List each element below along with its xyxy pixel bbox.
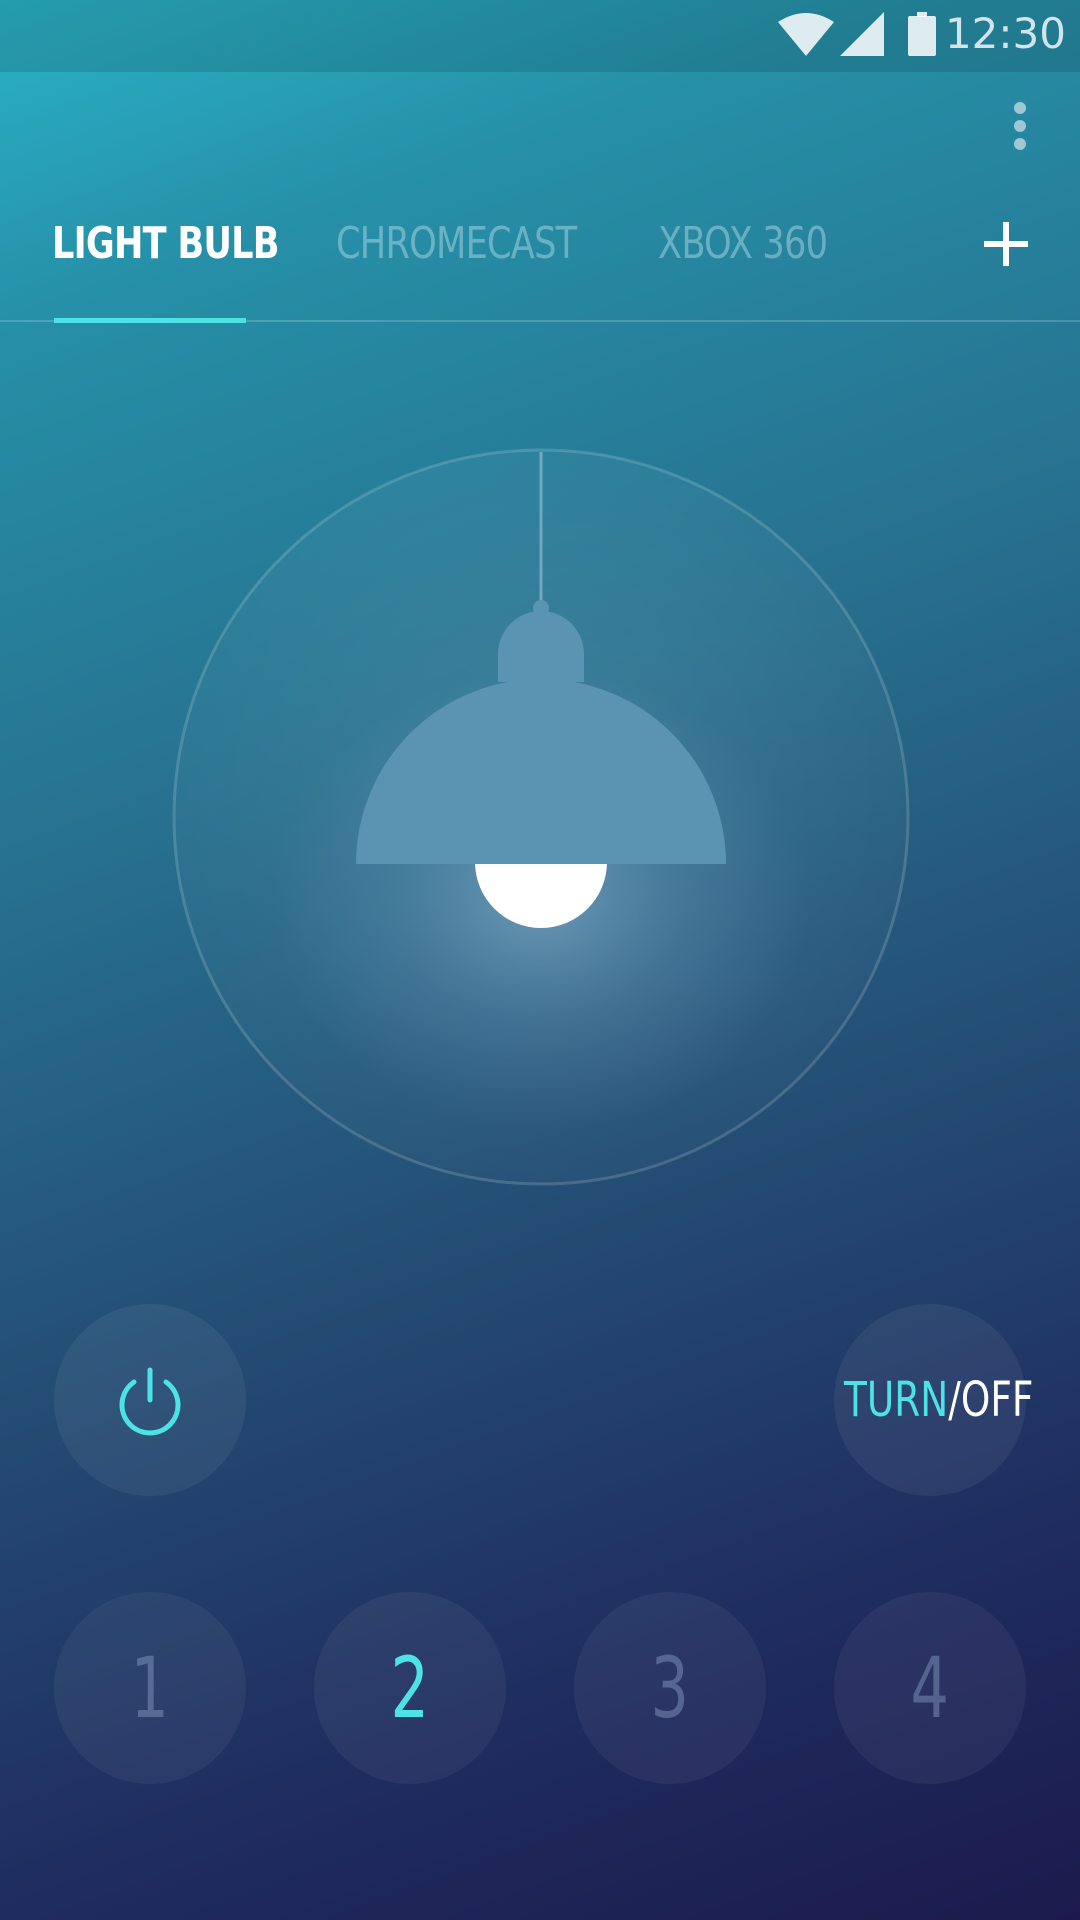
preset-label: 2 [390, 1639, 430, 1737]
tab-xbox-360[interactable]: XBOX 360 [658, 218, 828, 269]
battery-icon [908, 12, 936, 56]
tab-chromecast[interactable]: CHROMECAST [336, 218, 577, 269]
preset-button-3[interactable]: 3 [574, 1592, 766, 1784]
lamp-illustration[interactable] [0, 420, 1080, 1200]
preset-button-4[interactable]: 4 [834, 1592, 1026, 1784]
turn-word: TURN [844, 1372, 949, 1428]
tab-light-bulb[interactable]: LIGHT BULB [52, 218, 280, 269]
preset-button-1[interactable]: 1 [54, 1592, 246, 1784]
tab-indicator [54, 318, 246, 323]
power-button[interactable] [54, 1304, 246, 1496]
preset-label: 1 [130, 1639, 170, 1737]
more-vert-icon[interactable] [1000, 96, 1040, 156]
turn-off-button[interactable]: TURN/OFF [834, 1304, 1033, 1496]
status-time: 12:30 [944, 9, 1066, 58]
preset-label: 3 [650, 1639, 690, 1737]
power-icon [119, 1367, 181, 1436]
cell-signal-icon [840, 12, 884, 56]
plus-icon[interactable] [980, 218, 1032, 270]
status-bar: 12:30 [0, 0, 1080, 72]
wifi-icon [778, 13, 834, 56]
preset-label: 4 [910, 1639, 950, 1737]
preset-button-2[interactable]: 2 [314, 1592, 506, 1784]
slash: / [948, 1372, 961, 1428]
turn-off-label: TURN/OFF [844, 1304, 1033, 1496]
off-word: OFF [960, 1372, 1034, 1428]
